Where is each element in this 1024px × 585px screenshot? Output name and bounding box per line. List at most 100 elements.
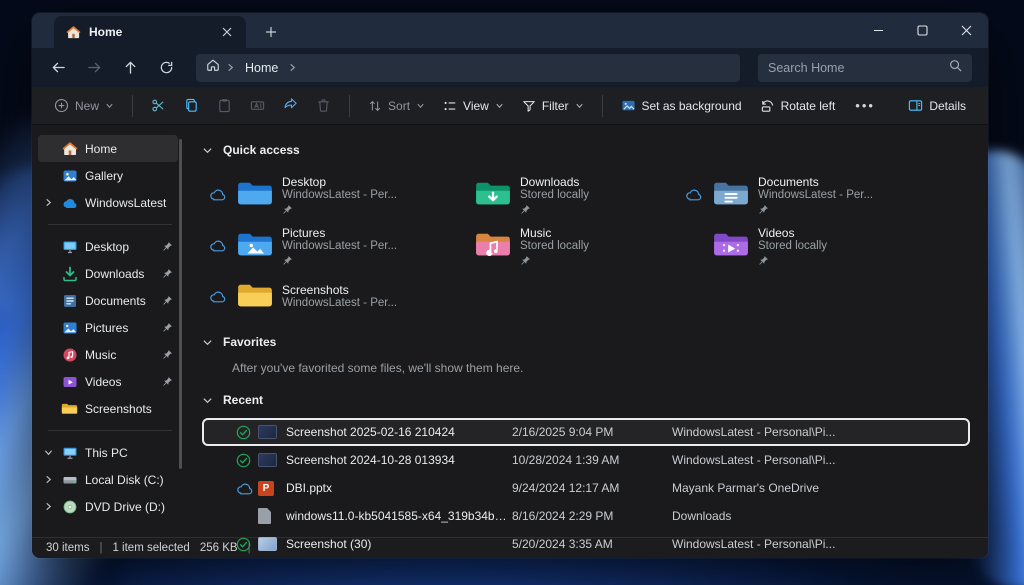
refresh-icon[interactable] <box>150 53 182 83</box>
sidebar-item-local-disk-c[interactable]: Local Disk (C:) <box>38 466 178 493</box>
sidebar-item-downloads[interactable]: Downloads <box>38 260 178 287</box>
quick-access-tile-documents[interactable]: DocumentsWindowsLatest - Per... <box>678 169 916 219</box>
sidebar-item-gallery[interactable]: Gallery <box>38 162 178 189</box>
file-name: Screenshot (30) <box>286 537 512 551</box>
videos-folder-icon <box>710 230 752 260</box>
quick-access-tile-music[interactable]: MusicStored locally <box>440 220 678 270</box>
file-thumbnail <box>258 508 286 524</box>
tile-name: Screenshots <box>282 283 397 297</box>
sidebar-item-this-pc[interactable]: This PC <box>38 439 178 466</box>
forward-icon[interactable] <box>78 53 110 83</box>
address-bar[interactable]: Home <box>196 54 740 82</box>
tile-subtitle: WindowsLatest - Per... <box>282 297 397 310</box>
sidebar-item-label: This PC <box>85 446 174 460</box>
tile-name: Pictures <box>282 226 397 240</box>
favorites-header[interactable]: Favorites <box>202 331 974 353</box>
set-as-background-button[interactable]: Set as background <box>613 91 750 121</box>
music-icon <box>61 346 78 363</box>
recent-file-row[interactable]: Screenshot 2025-02-16 2104242/16/2025 9:… <box>202 418 970 446</box>
details-button[interactable]: Details <box>900 91 974 121</box>
maximize-button[interactable] <box>900 13 944 48</box>
recent-file-row[interactable]: Screenshot 2024-10-28 01393410/28/2024 1… <box>202 446 970 474</box>
quick-access-tile-screenshots[interactable]: ScreenshotsWindowsLatest - Per... <box>202 271 440 321</box>
videos-icon <box>61 373 78 390</box>
quick-access-tile-desktop[interactable]: DesktopWindowsLatest - Per... <box>202 169 440 219</box>
chevron-right-icon[interactable] <box>44 198 54 207</box>
new-tab-button[interactable] <box>258 19 284 45</box>
sidebar-item-label: Downloads <box>85 267 155 281</box>
file-date: 2/16/2025 9:04 PM <box>512 425 672 439</box>
sidebar-item-music[interactable]: Music <box>38 341 178 368</box>
minimize-button[interactable] <box>856 13 900 48</box>
favorites-title: Favorites <box>223 335 276 349</box>
more-options-icon[interactable]: ••• <box>845 98 885 113</box>
file-thumbnail <box>258 453 286 467</box>
tile-meta: MusicStored locally <box>520 226 589 265</box>
copy-button[interactable] <box>176 91 207 121</box>
recent-header[interactable]: Recent <box>202 389 974 411</box>
search-icon[interactable] <box>949 59 962 77</box>
sidebar-item-label: Pictures <box>85 321 155 335</box>
quick-access-grid: DesktopWindowsLatest - Per... DownloadsS… <box>202 169 974 321</box>
tile-subtitle: WindowsLatest - Per... <box>758 189 873 202</box>
rename-button[interactable] <box>242 91 273 121</box>
sort-button[interactable]: Sort <box>360 91 433 121</box>
chevron-right-icon[interactable] <box>44 502 54 511</box>
rotate-left-button[interactable]: Rotate left <box>752 91 844 121</box>
tab-close-icon[interactable] <box>216 21 238 43</box>
sidebar-item-desktop[interactable]: Desktop <box>38 233 178 260</box>
gallery-icon <box>61 167 78 184</box>
file-location: WindowsLatest - Personal\Pi... <box>672 537 970 551</box>
recent-file-row[interactable]: windows11.0-kb5041585-x64_319b34bb6f8f9.… <box>202 502 970 530</box>
pin-icon <box>282 202 397 214</box>
new-button[interactable]: New <box>46 91 122 121</box>
sidebar-item-pictures[interactable]: Pictures <box>38 314 178 341</box>
quick-access-tile-pictures[interactable]: PicturesWindowsLatest - Per... <box>202 220 440 270</box>
search-box[interactable] <box>758 54 972 82</box>
quick-access-header[interactable]: Quick access <box>202 139 974 161</box>
recent-file-row[interactable]: Screenshot (30)5/20/2024 3:35 AMWindowsL… <box>202 530 970 558</box>
quick-access-tile-downloads[interactable]: DownloadsStored locally <box>440 169 678 219</box>
file-thumbnail: P <box>258 481 286 496</box>
chevron-right-icon[interactable] <box>288 59 297 77</box>
sidebar-item-screenshots[interactable]: Screenshots <box>38 395 178 422</box>
cut-button[interactable] <box>143 91 174 121</box>
view-icon <box>443 99 457 113</box>
sidebar-item-windowslatest[interactable]: WindowsLatest <box>38 189 178 216</box>
filter-button[interactable]: Filter <box>514 91 592 121</box>
up-icon[interactable] <box>114 53 146 83</box>
chevron-down-icon[interactable] <box>202 145 213 156</box>
sidebar-item-dvd-drive-d[interactable]: DVD Drive (D:) <box>38 493 178 520</box>
sidebar-item-videos[interactable]: Videos <box>38 368 178 395</box>
sidebar-item-home[interactable]: Home <box>38 135 178 162</box>
sidebar-item-documents[interactable]: Documents <box>38 287 178 314</box>
share-button[interactable] <box>275 91 306 121</box>
recent-file-row[interactable]: PDBI.pptx9/24/2024 12:17 AMMayank Parmar… <box>202 474 970 502</box>
chevron-down-icon[interactable] <box>202 337 213 348</box>
tile-subtitle: Stored locally <box>520 240 589 253</box>
sidebar-item-label: Screenshots <box>85 402 174 416</box>
view-button[interactable]: View <box>435 91 512 121</box>
quick-access-title: Quick access <box>223 143 300 157</box>
chevron-right-icon[interactable] <box>44 475 54 484</box>
back-icon[interactable] <box>42 53 74 83</box>
chevron-down-icon[interactable] <box>44 448 54 457</box>
music-folder-icon <box>472 230 514 260</box>
pin-icon <box>758 202 873 214</box>
sidebar-item-label: WindowsLatest <box>85 196 174 210</box>
delete-button[interactable] <box>308 91 339 121</box>
tile-name: Videos <box>758 226 827 240</box>
file-thumbnail <box>258 425 286 439</box>
chevron-right-icon <box>226 59 235 77</box>
breadcrumb-home[interactable]: Home <box>241 61 282 75</box>
chevron-down-icon[interactable] <box>202 395 213 406</box>
plus-circle-icon <box>54 98 69 113</box>
close-button[interactable] <box>944 13 988 48</box>
cloud-status-icon <box>206 290 228 303</box>
tab-home[interactable]: Home <box>54 16 246 48</box>
search-input[interactable] <box>768 61 949 75</box>
toolbar-divider <box>132 95 133 117</box>
quick-access-tile-videos[interactable]: VideosStored locally <box>678 220 916 270</box>
paste-button[interactable] <box>209 91 240 121</box>
home-breadcrumb-icon[interactable] <box>206 58 220 77</box>
